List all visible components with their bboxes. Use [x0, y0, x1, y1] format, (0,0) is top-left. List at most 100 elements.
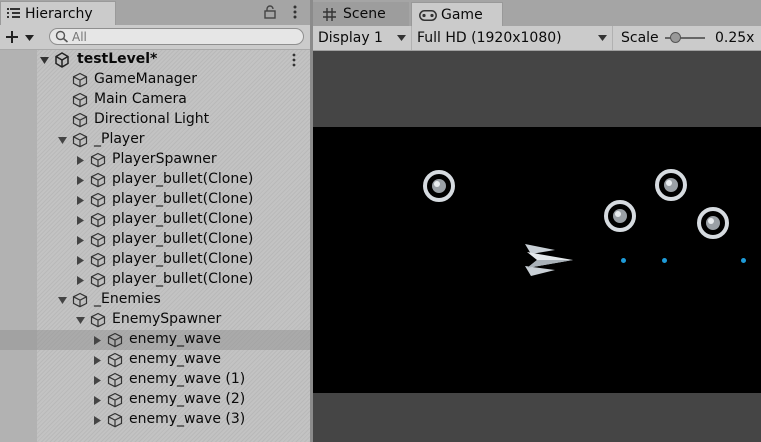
hierarchy-item-label: player_bullet(Clone) [112, 231, 254, 247]
hierarchy-item-player-bullet[interactable]: player_bullet(Clone) [0, 210, 310, 230]
gameobject-cube-icon [90, 312, 106, 328]
game-viewport[interactable] [313, 127, 761, 393]
gameobject-cube-icon [72, 92, 88, 108]
hierarchy-item-enemyspawner[interactable]: EnemySpawner [0, 310, 310, 330]
hierarchy-toolbar [0, 25, 310, 50]
hierarchy-item-label: PlayerSpawner [112, 151, 217, 167]
hierarchy-item-label: enemy_wave (2) [129, 391, 246, 407]
dropdown-arrow-icon [25, 35, 34, 41]
dropdown-arrow-icon [397, 35, 406, 41]
collapse-arrow-icon[interactable] [76, 316, 85, 325]
hierarchy-item-player-bullet[interactable]: player_bullet(Clone) [0, 270, 310, 290]
scene-grid-icon [323, 8, 336, 21]
scale-label: Scale [621, 30, 659, 46]
gameobject-cube-icon [107, 392, 123, 408]
bullet [621, 258, 626, 263]
hierarchy-tab-bar: Hierarchy [0, 0, 310, 25]
gameobject-cube-icon [107, 372, 123, 388]
tab-game[interactable]: Game [411, 2, 503, 26]
hierarchy-item-label: _Enemies [94, 291, 161, 307]
hierarchy-item-label: _Player [94, 131, 145, 147]
gameobject-cube-icon [90, 192, 106, 208]
scene-name: testLevel* [77, 51, 158, 67]
game-panel: Scene Game Display 1 Full HD (1920x1080)… [313, 0, 761, 442]
bullet [741, 258, 746, 263]
gameobject-cube-icon [90, 252, 106, 268]
resolution-dropdown[interactable]: Full HD (1920x1080) [412, 26, 612, 50]
expand-arrow-icon[interactable] [76, 156, 85, 165]
expand-arrow-icon[interactable] [93, 416, 102, 425]
display-dropdown-label: Display 1 [318, 30, 383, 46]
hierarchy-item-player-bullet[interactable]: player_bullet(Clone) [0, 170, 310, 190]
scale-slider-thumb[interactable] [670, 32, 681, 43]
hierarchy-item-label: enemy_wave (1) [129, 371, 246, 387]
expand-arrow-icon[interactable] [93, 356, 102, 365]
game-toolbar: Display 1 Full HD (1920x1080) Scale 0.25… [313, 26, 761, 51]
expand-arrow-icon[interactable] [93, 376, 102, 385]
game-tab-bar: Scene Game [313, 0, 761, 26]
player-ship [525, 244, 573, 276]
hierarchy-item-label: Main Camera [94, 91, 187, 107]
tab-scene-label: Scene [343, 6, 386, 22]
search-box[interactable] [49, 28, 304, 45]
hierarchy-item-player[interactable]: _Player [0, 130, 310, 150]
gameobject-cube-icon [72, 112, 88, 128]
scene-root-row[interactable]: testLevel* [0, 50, 310, 70]
search-input[interactable] [72, 29, 292, 44]
hierarchy-item-enemy-wave-2[interactable]: enemy_wave (2) [0, 390, 310, 410]
gameobject-cube-icon [90, 272, 106, 288]
hierarchy-item-label: enemy_wave [129, 351, 221, 367]
tab-scene[interactable]: Scene [313, 2, 409, 26]
hierarchy-item-playerspawner[interactable]: PlayerSpawner [0, 150, 310, 170]
display-dropdown[interactable]: Display 1 [313, 26, 411, 50]
hierarchy-item-enemies[interactable]: _Enemies [0, 290, 310, 310]
gameobject-cube-icon [72, 132, 88, 148]
expand-arrow-icon[interactable] [76, 176, 85, 185]
hierarchy-item-directional-light[interactable]: Directional Light [0, 110, 310, 130]
gameobject-cube-icon [90, 172, 106, 188]
tab-hierarchy[interactable]: Hierarchy [0, 1, 116, 25]
hierarchy-item-enemy-wave-3[interactable]: enemy_wave (3) [0, 410, 310, 430]
expand-arrow-icon[interactable] [76, 276, 85, 285]
unity-logo-icon [55, 52, 69, 68]
expand-arrow-icon[interactable] [76, 216, 85, 225]
expand-arrow-icon[interactable] [76, 256, 85, 265]
hierarchy-item-label: enemy_wave (3) [129, 411, 246, 427]
plus-icon [6, 31, 18, 43]
hierarchy-item-label: player_bullet(Clone) [112, 191, 254, 207]
gameobject-cube-icon [90, 212, 106, 228]
hierarchy-item-player-bullet[interactable]: player_bullet(Clone) [0, 190, 310, 210]
scale-value: 0.25x [715, 30, 755, 46]
hierarchy-item-enemy-wave-1[interactable]: enemy_wave (1) [0, 370, 310, 390]
create-button[interactable] [3, 28, 39, 46]
hierarchy-item-main-camera[interactable]: Main Camera [0, 90, 310, 110]
hierarchy-item-enemy-wave[interactable]: enemy_wave [0, 350, 310, 370]
gameobject-cube-icon [107, 412, 123, 428]
gameobject-cube-icon [90, 232, 106, 248]
expand-arrow-icon[interactable] [93, 336, 102, 345]
kebab-menu-icon[interactable] [289, 53, 299, 67]
gameobject-cube-icon [107, 332, 123, 348]
hierarchy-item-label: player_bullet(Clone) [112, 171, 254, 187]
hierarchy-item-enemy-wave[interactable]: enemy_wave [0, 330, 310, 350]
hierarchy-item-label: EnemySpawner [112, 311, 222, 327]
enemy-ring [604, 200, 636, 232]
expand-arrow-icon[interactable] [93, 396, 102, 405]
hierarchy-item-label: GameManager [94, 71, 198, 87]
collapse-arrow-icon[interactable] [40, 56, 49, 65]
hierarchy-item-player-bullet[interactable]: player_bullet(Clone) [0, 230, 310, 250]
collapse-arrow-icon[interactable] [58, 136, 67, 145]
kebab-menu-icon[interactable] [288, 4, 302, 20]
lock-icon[interactable] [262, 4, 278, 20]
hierarchy-panel: Hierarchy All testLevel* GameManager Mai… [0, 0, 310, 442]
collapse-arrow-icon[interactable] [58, 296, 67, 305]
hierarchy-item-player-bullet[interactable]: player_bullet(Clone) [0, 250, 310, 270]
hierarchy-item-label: player_bullet(Clone) [112, 211, 254, 227]
expand-arrow-icon[interactable] [76, 236, 85, 245]
bullet [662, 258, 667, 263]
hierarchy-icon [7, 8, 20, 18]
enemy-ring [697, 207, 729, 239]
expand-arrow-icon[interactable] [76, 196, 85, 205]
hierarchy-item-gamemanager[interactable]: GameManager [0, 70, 310, 90]
dropdown-arrow-icon [598, 35, 607, 41]
